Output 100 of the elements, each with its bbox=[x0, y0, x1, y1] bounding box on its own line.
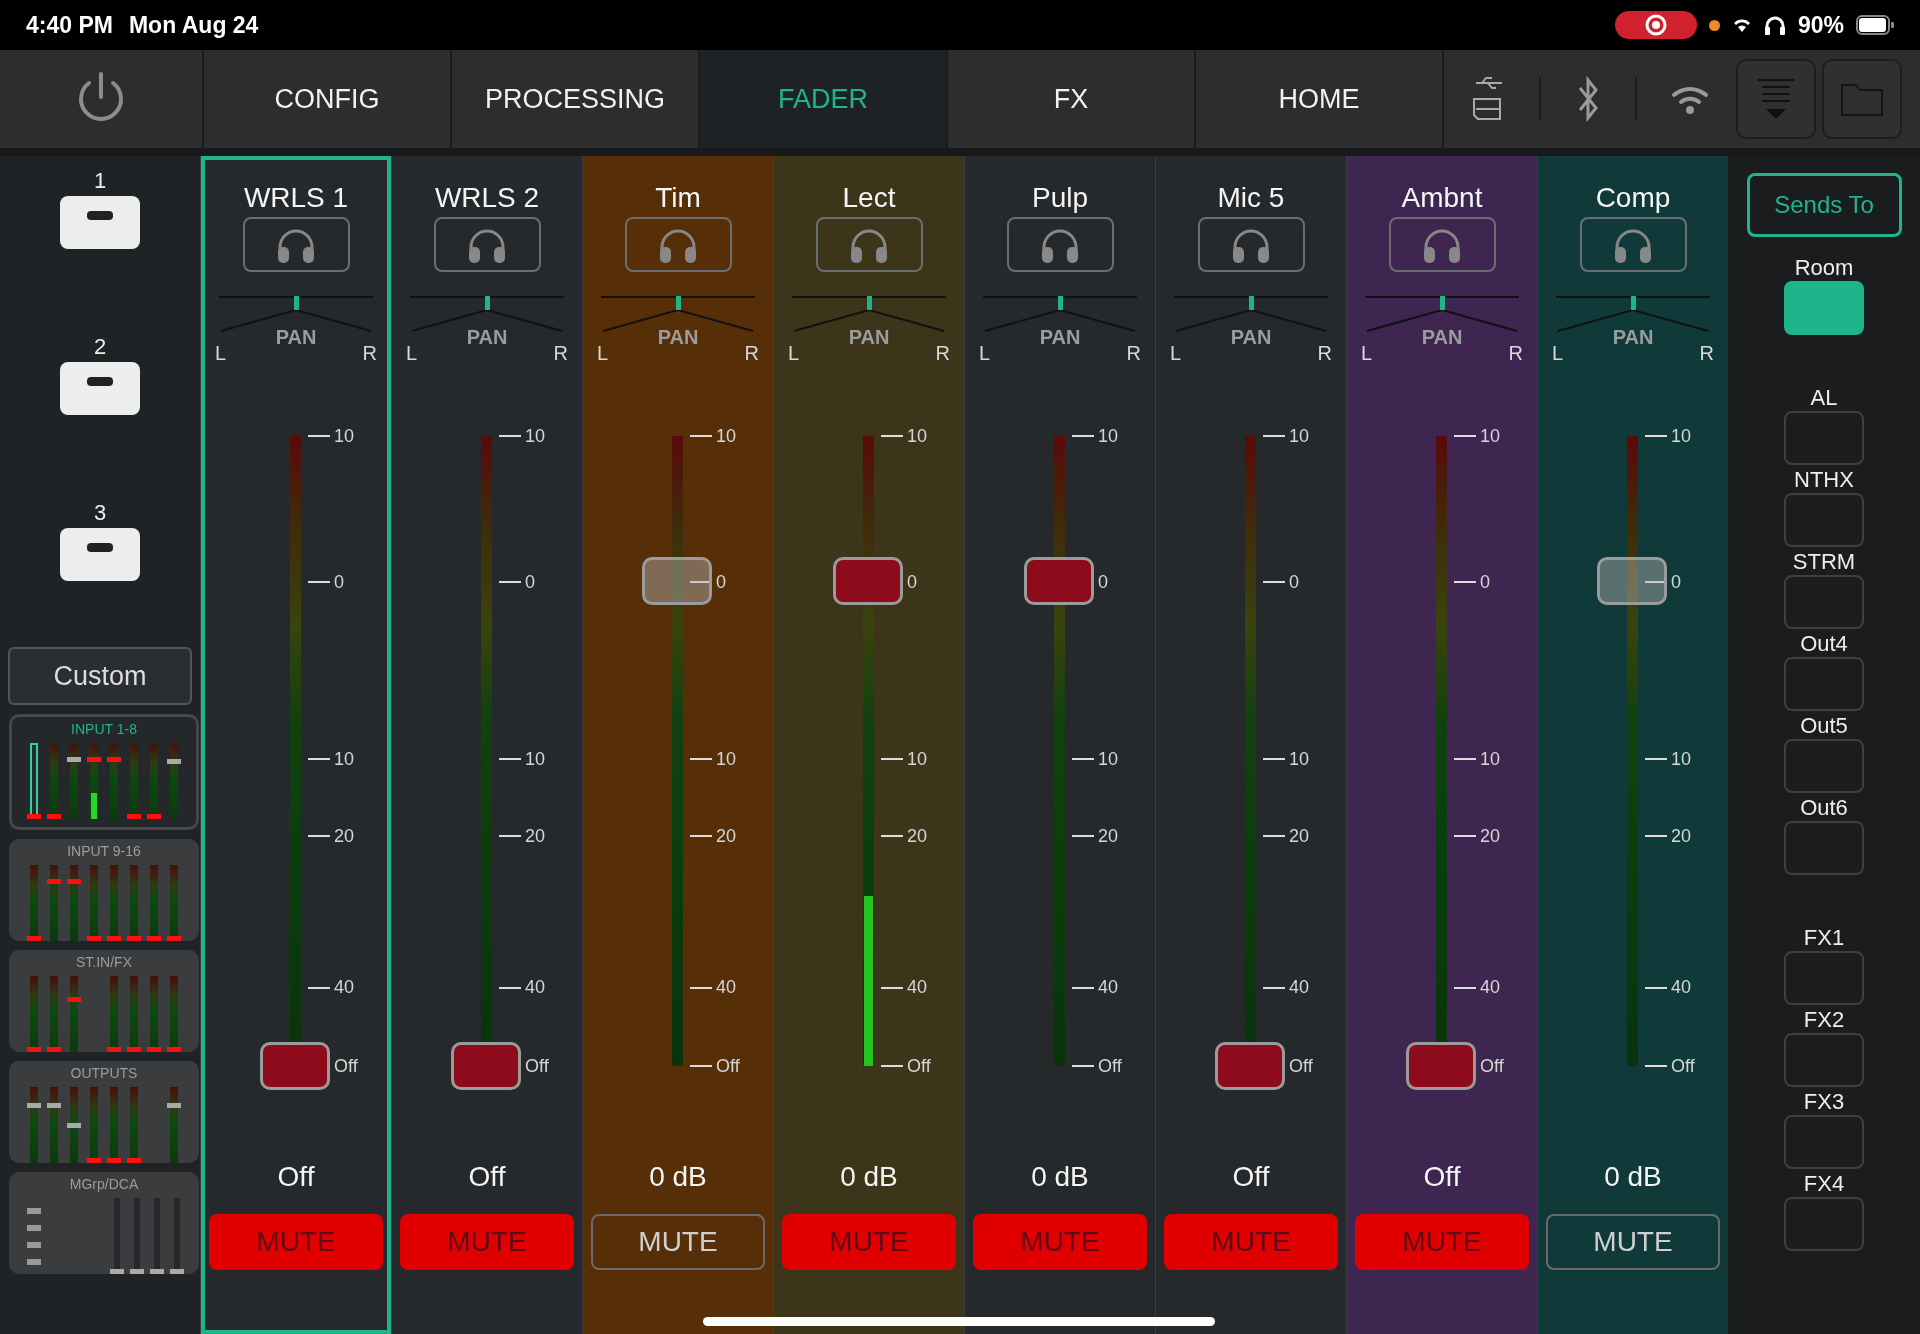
scale-label: 20 bbox=[1671, 825, 1692, 847]
pan-left-label: L bbox=[215, 342, 227, 365]
send-label: Room bbox=[1794, 255, 1854, 281]
pan-label: PAN bbox=[657, 326, 699, 349]
scale-label: 20 bbox=[1480, 825, 1501, 847]
level-readout: Off bbox=[277, 1160, 315, 1194]
level-readout: Off bbox=[1423, 1160, 1461, 1194]
channel-strip[interactable]: Ambnt PAN L R 10 0 10 20 40 Off Off MUTE bbox=[1346, 156, 1537, 1334]
scale-label: Off bbox=[716, 1055, 740, 1077]
channel-strip[interactable]: Tim PAN L R 10 0 10 20 40 Off 0 dB MUTE bbox=[582, 156, 773, 1334]
scale-label: Off bbox=[1289, 1055, 1313, 1077]
cue-button[interactable] bbox=[1579, 217, 1687, 272]
scale-label: 20 bbox=[1098, 825, 1119, 847]
channel-name: Pulp bbox=[1031, 181, 1088, 214]
bank-overview[interactable]: INPUT 1-8 bbox=[9, 714, 199, 830]
scale-label: Off bbox=[525, 1055, 549, 1077]
level-readout: 0 dB bbox=[1031, 1160, 1089, 1194]
user-key-label: 1 bbox=[93, 167, 107, 195]
mic-dot-icon bbox=[1708, 19, 1720, 31]
channel-strip[interactable]: Comp PAN L R 10 0 10 20 40 Off 0 dB MUTE bbox=[1537, 156, 1728, 1334]
channel-name: Lect bbox=[842, 181, 896, 214]
list-icon bbox=[1756, 77, 1796, 121]
pan-label: PAN bbox=[1230, 326, 1272, 349]
scale-label: 0 bbox=[1480, 571, 1490, 593]
pan-left-label: L bbox=[406, 342, 418, 365]
channel-name: Comp bbox=[1595, 181, 1671, 214]
bank-overview[interactable]: MGrp/DCA bbox=[9, 1172, 199, 1274]
pan-label: PAN bbox=[848, 326, 890, 349]
channel-strip[interactable]: Mic 5 PAN L R 10 0 10 20 40 Off Off MUTE bbox=[1155, 156, 1346, 1334]
bank-overview[interactable]: OUTPUTS bbox=[9, 1061, 199, 1163]
send-label: Out6 bbox=[1800, 795, 1848, 821]
cue-button[interactable] bbox=[1388, 217, 1496, 272]
channel-name: WRLS 2 bbox=[434, 181, 540, 214]
pan-label: PAN bbox=[275, 326, 317, 349]
folder-icon bbox=[1840, 81, 1884, 117]
scale-label: 10 bbox=[907, 425, 928, 447]
pan-label: PAN bbox=[1612, 326, 1654, 349]
scale-label: 10 bbox=[334, 748, 355, 770]
nav-tab[interactable]: FADER bbox=[698, 50, 946, 148]
send-label: FX4 bbox=[1803, 1171, 1845, 1197]
send-label: Out5 bbox=[1800, 713, 1848, 739]
cue-button[interactable] bbox=[242, 217, 350, 272]
scale-label: 0 bbox=[907, 571, 917, 593]
scale-label: 10 bbox=[1671, 748, 1692, 770]
channel-strip[interactable]: Lect PAN L R 10 0 10 20 40 Off 0 dB MUTE bbox=[773, 156, 964, 1334]
scale-label: 10 bbox=[716, 425, 737, 447]
user-key[interactable] bbox=[60, 196, 140, 249]
scale-label: 0 bbox=[716, 571, 726, 593]
user-key[interactable] bbox=[60, 362, 140, 415]
pan-right-label: R bbox=[1317, 342, 1332, 365]
clock-time: 4:40 PM bbox=[26, 11, 113, 39]
pan-right-label: R bbox=[744, 342, 759, 365]
bank-overview[interactable]: ST.IN/FX bbox=[9, 950, 199, 1052]
cue-button[interactable] bbox=[624, 217, 732, 272]
scale-label: 10 bbox=[525, 425, 546, 447]
level-readout: Off bbox=[468, 1160, 506, 1194]
custom-button[interactable]: Custom bbox=[8, 647, 192, 705]
scale-label: 0 bbox=[1098, 571, 1108, 593]
fader-thumb[interactable] bbox=[451, 1042, 521, 1090]
battery-percent: 90% bbox=[1797, 11, 1844, 39]
scale-label: 10 bbox=[1480, 425, 1501, 447]
fader-thumb[interactable] bbox=[1406, 1042, 1476, 1090]
cue-button[interactable] bbox=[1197, 217, 1305, 272]
channel-strip[interactable]: WRLS 2 PAN L R 10 0 10 20 40 Off Off MUTE bbox=[391, 156, 582, 1334]
fader-thumb[interactable] bbox=[1215, 1042, 1285, 1090]
pan-right-label: R bbox=[553, 342, 568, 365]
pan-left-label: L bbox=[1170, 342, 1182, 365]
level-readout: Off bbox=[1232, 1160, 1270, 1194]
pan-left-label: L bbox=[1552, 342, 1564, 365]
cue-button[interactable] bbox=[815, 217, 923, 272]
headphones-icon bbox=[1763, 15, 1786, 35]
level-readout: 0 dB bbox=[649, 1160, 707, 1194]
scale-label: 0 bbox=[1289, 571, 1299, 593]
fader-thumb[interactable] bbox=[1597, 556, 1667, 605]
scale-label: 40 bbox=[907, 977, 928, 999]
scale-label: Off bbox=[1480, 1055, 1504, 1077]
scale-label: 10 bbox=[1098, 748, 1119, 770]
send-label: FX1 bbox=[1803, 925, 1845, 951]
fader-thumb[interactable] bbox=[260, 1042, 330, 1090]
scale-label: 10 bbox=[1671, 425, 1692, 447]
bank-overview[interactable]: INPUT 9-16 bbox=[9, 839, 199, 941]
scale-label: 40 bbox=[334, 977, 355, 999]
scale-label: 10 bbox=[1098, 425, 1119, 447]
fader-thumb[interactable] bbox=[1024, 556, 1094, 605]
fader-thumb[interactable] bbox=[833, 556, 903, 605]
channel-strip[interactable]: WRLS 1 PAN L R 10 0 10 20 40 Off Off MUTE bbox=[200, 156, 391, 1334]
scale-label: 40 bbox=[1098, 977, 1119, 999]
scale-label: 10 bbox=[1289, 748, 1310, 770]
user-key[interactable] bbox=[60, 528, 140, 581]
channel-strip[interactable]: Pulp PAN L R 10 0 10 20 40 Off 0 dB MUTE bbox=[964, 156, 1155, 1334]
level-readout: 0 dB bbox=[1604, 1160, 1662, 1194]
send-label: FX3 bbox=[1803, 1089, 1845, 1115]
fader-thumb[interactable] bbox=[642, 556, 712, 605]
scale-label: 40 bbox=[525, 977, 546, 999]
sends-to-button[interactable]: Sends To bbox=[1746, 173, 1902, 237]
scale-label: 20 bbox=[716, 825, 737, 847]
cue-button[interactable] bbox=[1006, 217, 1114, 272]
mute-button[interactable]: MUTE bbox=[1546, 1214, 1720, 1270]
mute-button[interactable]: MUTE bbox=[591, 1214, 765, 1270]
cue-button[interactable] bbox=[433, 217, 541, 272]
